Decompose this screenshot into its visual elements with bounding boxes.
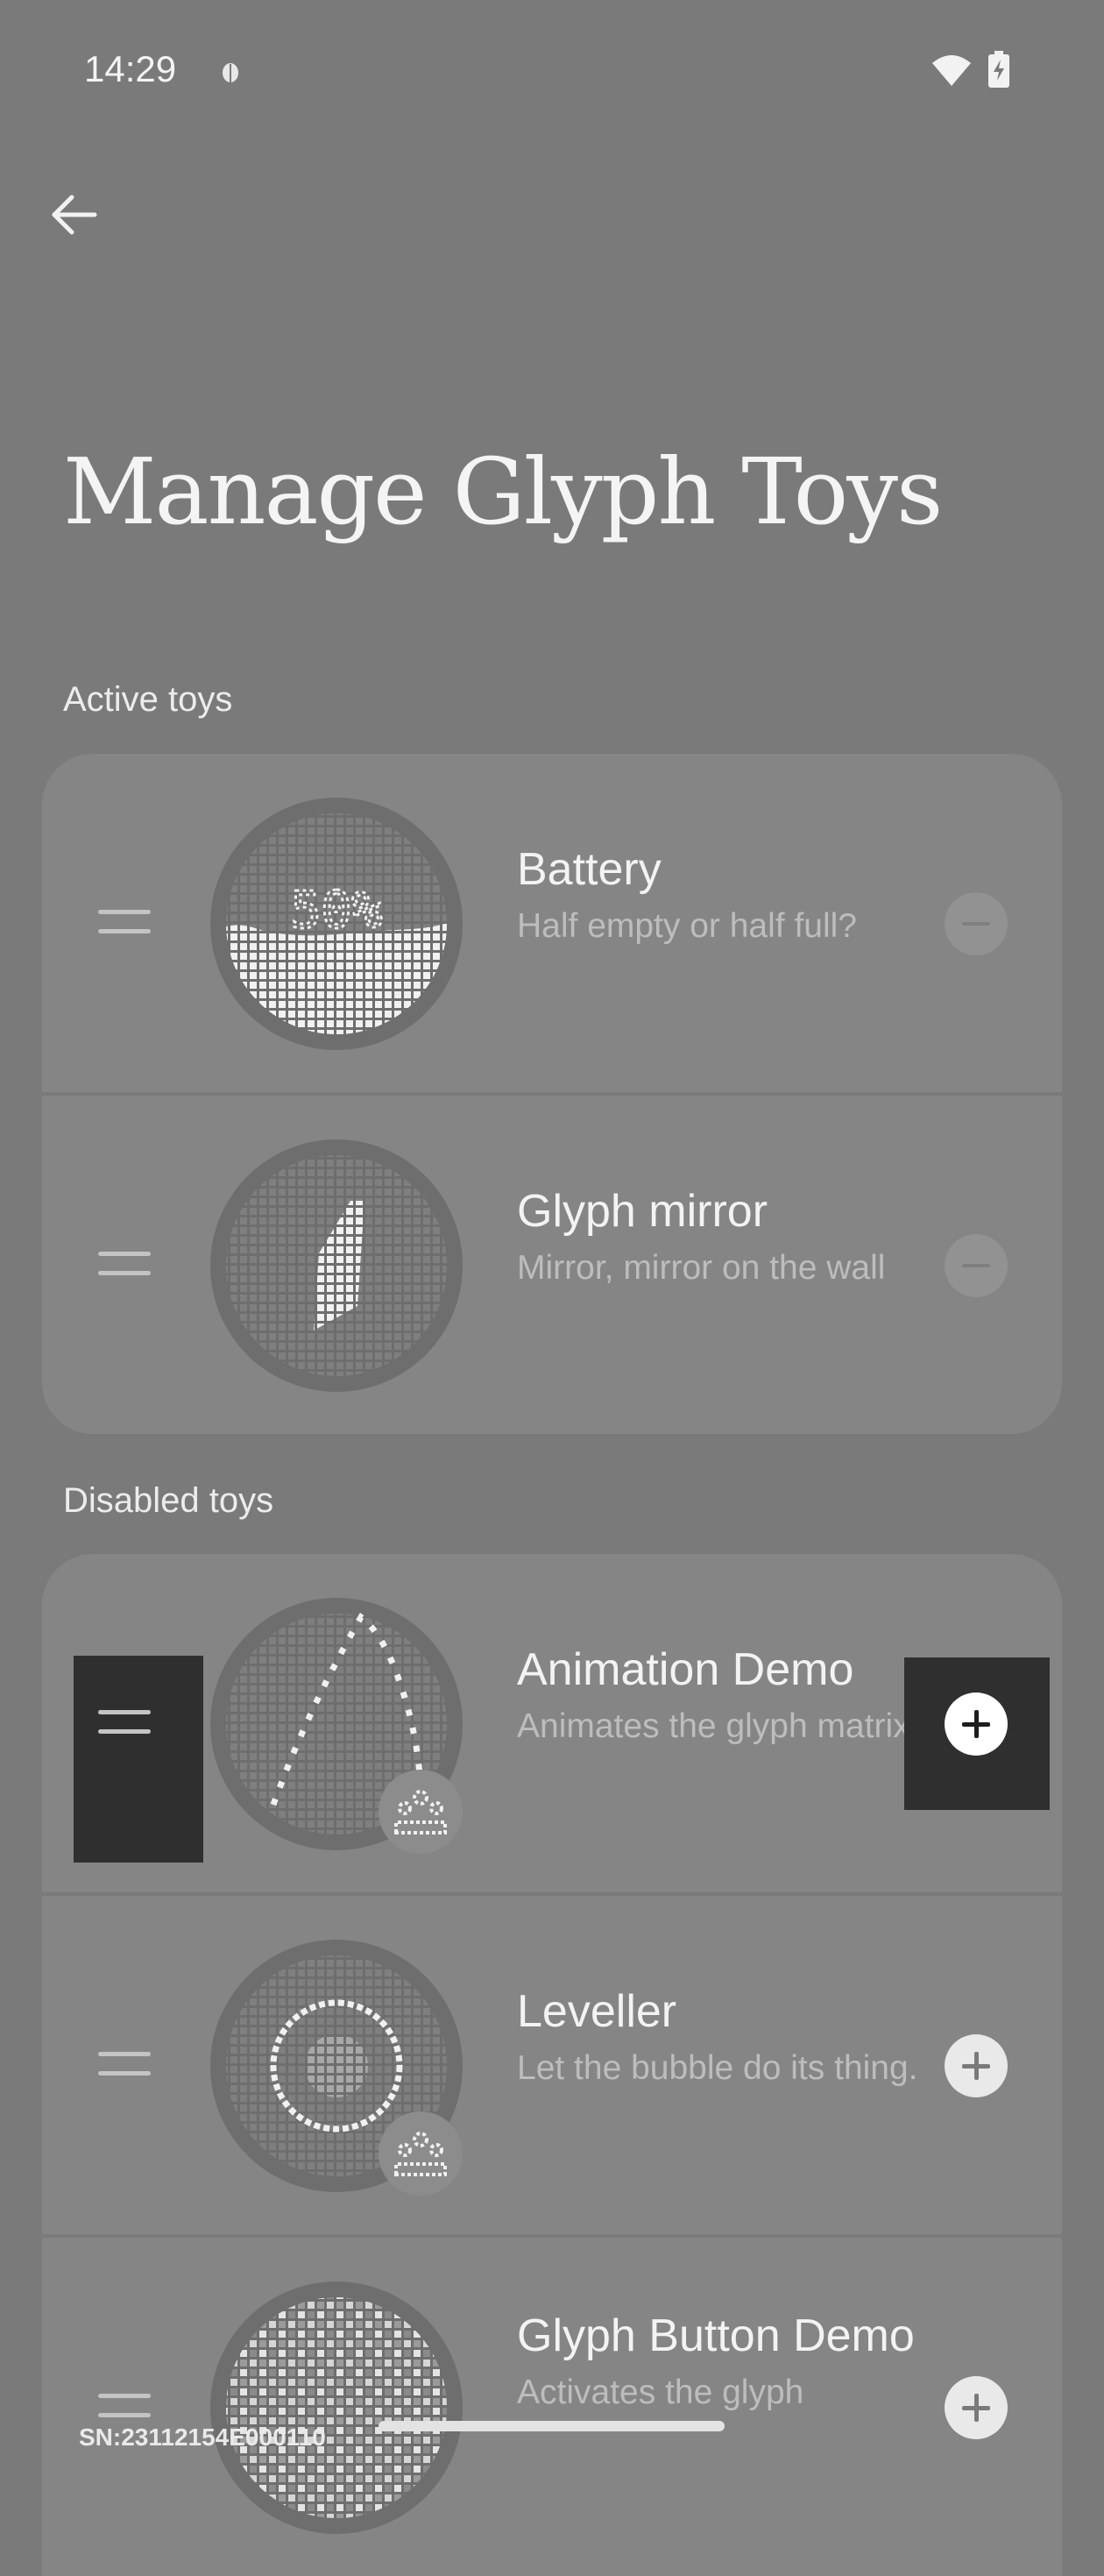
toy-name: Glyph Button Demo [517,2310,915,2361]
toy-description: Let the bubble do its thing. [517,2049,918,2087]
remove-toy-button[interactable] [945,892,1008,955]
toy-card-battery[interactable]: 50% Battery Half empty or half full? [42,754,1062,1092]
toy-preview-glyph-mirror [210,1139,463,1392]
add-toy-button[interactable] [945,1692,1008,1756]
toy-name: Animation Demo [517,1644,854,1695]
remove-toy-button[interactable] [945,1234,1008,1297]
home-indicator[interactable] [379,2421,725,2431]
drag-handle-icon[interactable] [98,1252,151,1278]
minus-icon [962,1264,990,1267]
serial-number: SN:23112154E000110 [79,2423,326,2451]
battery-preview-text: 50% [291,880,383,940]
page-title: Manage Glyph Toys [63,438,943,545]
drag-handle-icon[interactable] [98,1710,151,1736]
toy-name: Leveller [517,1986,677,2037]
status-time: 14:29 [84,48,177,89]
drag-handle-icon[interactable] [98,2052,151,2078]
toy-preview-battery: 50% [210,798,463,1050]
back-arrow-icon[interactable] [44,184,105,245]
active-toys-heading: Active toys [63,680,233,719]
toy-card-leveller[interactable]: Leveller Let the bubble do its thing. [42,1896,1062,2234]
toy-card-glyph-mirror[interactable]: Glyph mirror Mirror, mirror on the wall [42,1096,1062,1434]
drag-handle-icon[interactable] [98,910,151,936]
battery-charging-icon [988,51,1009,88]
toy-card-animation-demo[interactable]: Animation Demo Animates the glyph matrix… [42,1554,1062,1892]
community-icon [379,2111,463,2196]
toy-description: Mirror, mirror on the wall [517,1249,886,1287]
bug-icon [223,63,238,82]
community-icon [379,1770,463,1854]
toy-preview-glyph-button-demo [210,2281,463,2534]
minus-icon [962,922,990,926]
toy-name: Battery [517,844,662,895]
status-bar: 14:29 [0,0,1104,140]
toy-description: Animates the glyph matrix. [517,1707,920,1745]
drag-handle-highlight [74,1656,203,1863]
wifi-icon [932,55,971,86]
toy-description: Activates the glyph [517,2374,804,2411]
disabled-toys-heading: Disabled toys [63,1481,274,1520]
toy-description: Half empty or half full? [517,907,858,945]
toy-name: Glyph mirror [517,1186,768,1237]
add-toy-button[interactable] [945,2034,1008,2097]
toy-card-glyph-button-demo[interactable]: Glyph Button Demo Activates the glyph [42,2238,1062,2576]
drag-handle-icon[interactable] [98,2394,151,2420]
add-toy-button[interactable] [945,2376,1008,2439]
